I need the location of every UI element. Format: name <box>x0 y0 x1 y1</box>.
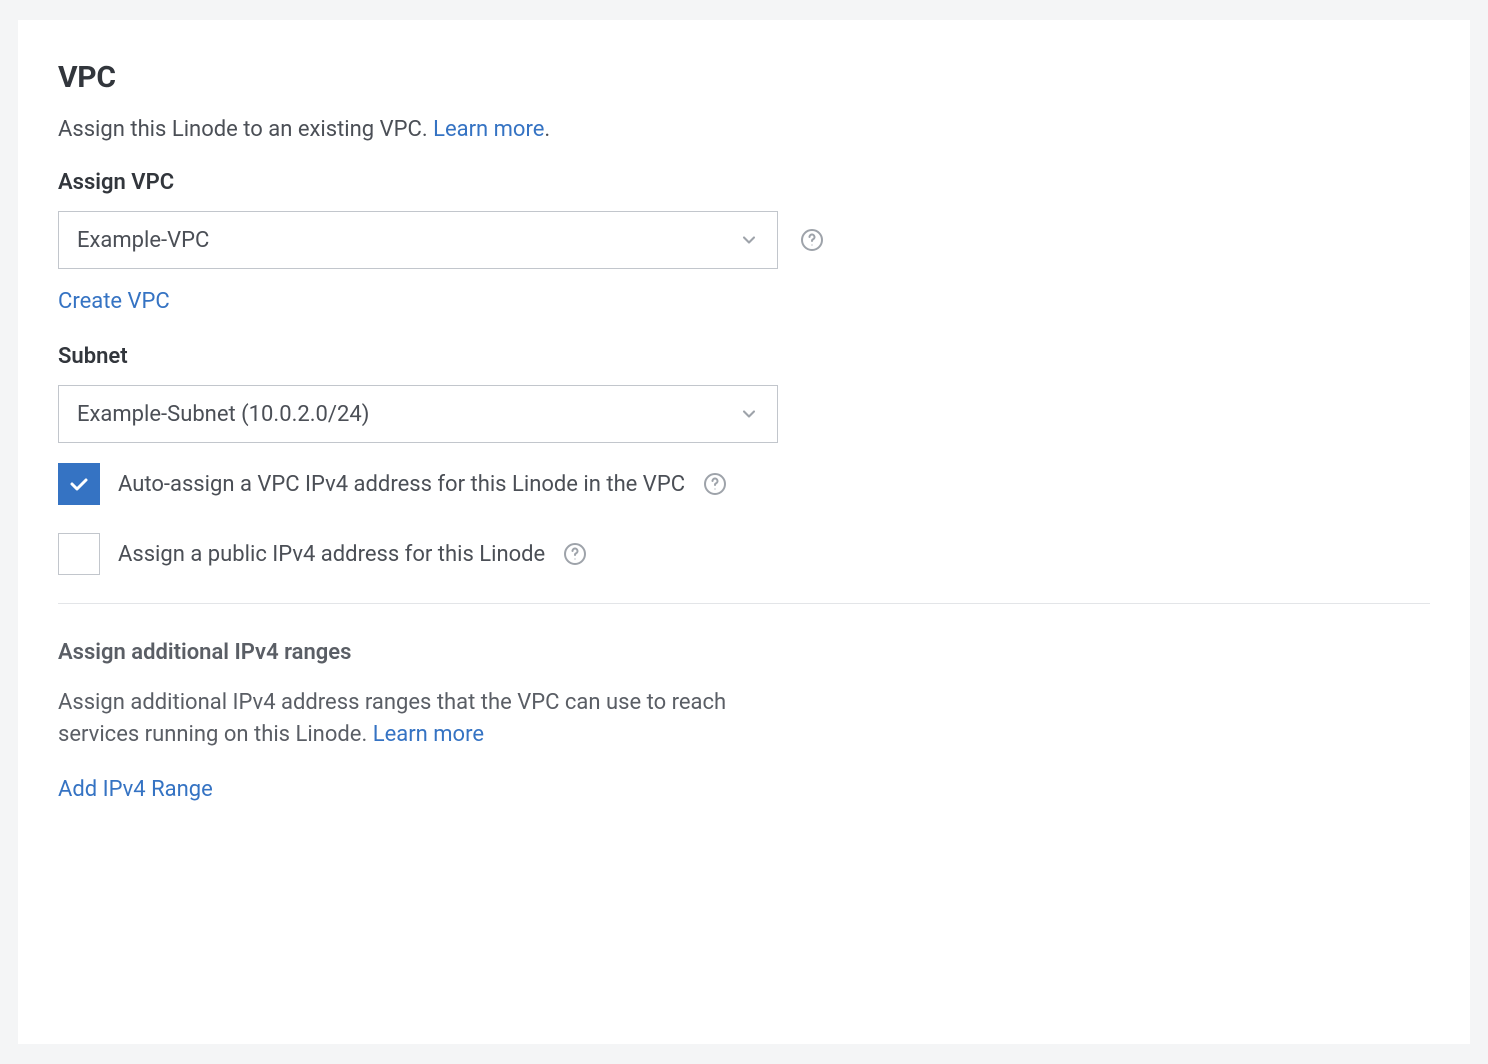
assign-vpc-row: Example-VPC <box>58 211 1430 269</box>
ipv4-ranges-description: Assign additional IPv4 address ranges th… <box>58 687 798 751</box>
assign-vpc-value: Example-VPC <box>77 228 209 253</box>
public-ip-label: Assign a public IPv4 address for this Li… <box>118 542 545 567</box>
learn-more-link[interactable]: Learn more <box>433 117 544 142</box>
ipv4-learn-more-link[interactable]: Learn more <box>373 722 484 747</box>
auto-assign-checkbox-row: Auto-assign a VPC IPv4 address for this … <box>58 463 1430 505</box>
help-icon[interactable] <box>703 472 727 496</box>
ipv4-ranges-title: Assign additional IPv4 ranges <box>58 640 1430 665</box>
chevron-down-icon <box>739 404 759 424</box>
public-ip-checkbox[interactable] <box>58 533 100 575</box>
section-title: VPC <box>58 60 1430 95</box>
chevron-down-icon <box>739 230 759 250</box>
add-ipv4-range-link[interactable]: Add IPv4 Range <box>58 777 213 802</box>
assign-vpc-select[interactable]: Example-VPC <box>58 211 778 269</box>
create-vpc-link[interactable]: Create VPC <box>58 289 170 314</box>
help-icon[interactable] <box>800 228 824 252</box>
description-prefix: Assign this Linode to an existing VPC. <box>58 117 433 142</box>
description-suffix: . <box>544 117 550 142</box>
subnet-value: Example-Subnet (10.0.2.0/24) <box>77 402 369 427</box>
auto-assign-label: Auto-assign a VPC IPv4 address for this … <box>118 472 685 497</box>
section-description: Assign this Linode to an existing VPC. L… <box>58 117 1430 142</box>
subnet-row: Example-Subnet (10.0.2.0/24) <box>58 385 1430 443</box>
subnet-label: Subnet <box>58 344 1430 369</box>
auto-assign-checkbox[interactable] <box>58 463 100 505</box>
subnet-select[interactable]: Example-Subnet (10.0.2.0/24) <box>58 385 778 443</box>
help-icon[interactable] <box>563 542 587 566</box>
divider <box>58 603 1430 604</box>
public-ip-checkbox-row: Assign a public IPv4 address for this Li… <box>58 533 1430 575</box>
vpc-section-card: VPC Assign this Linode to an existing VP… <box>18 20 1470 1044</box>
assign-vpc-label: Assign VPC <box>58 170 1430 195</box>
